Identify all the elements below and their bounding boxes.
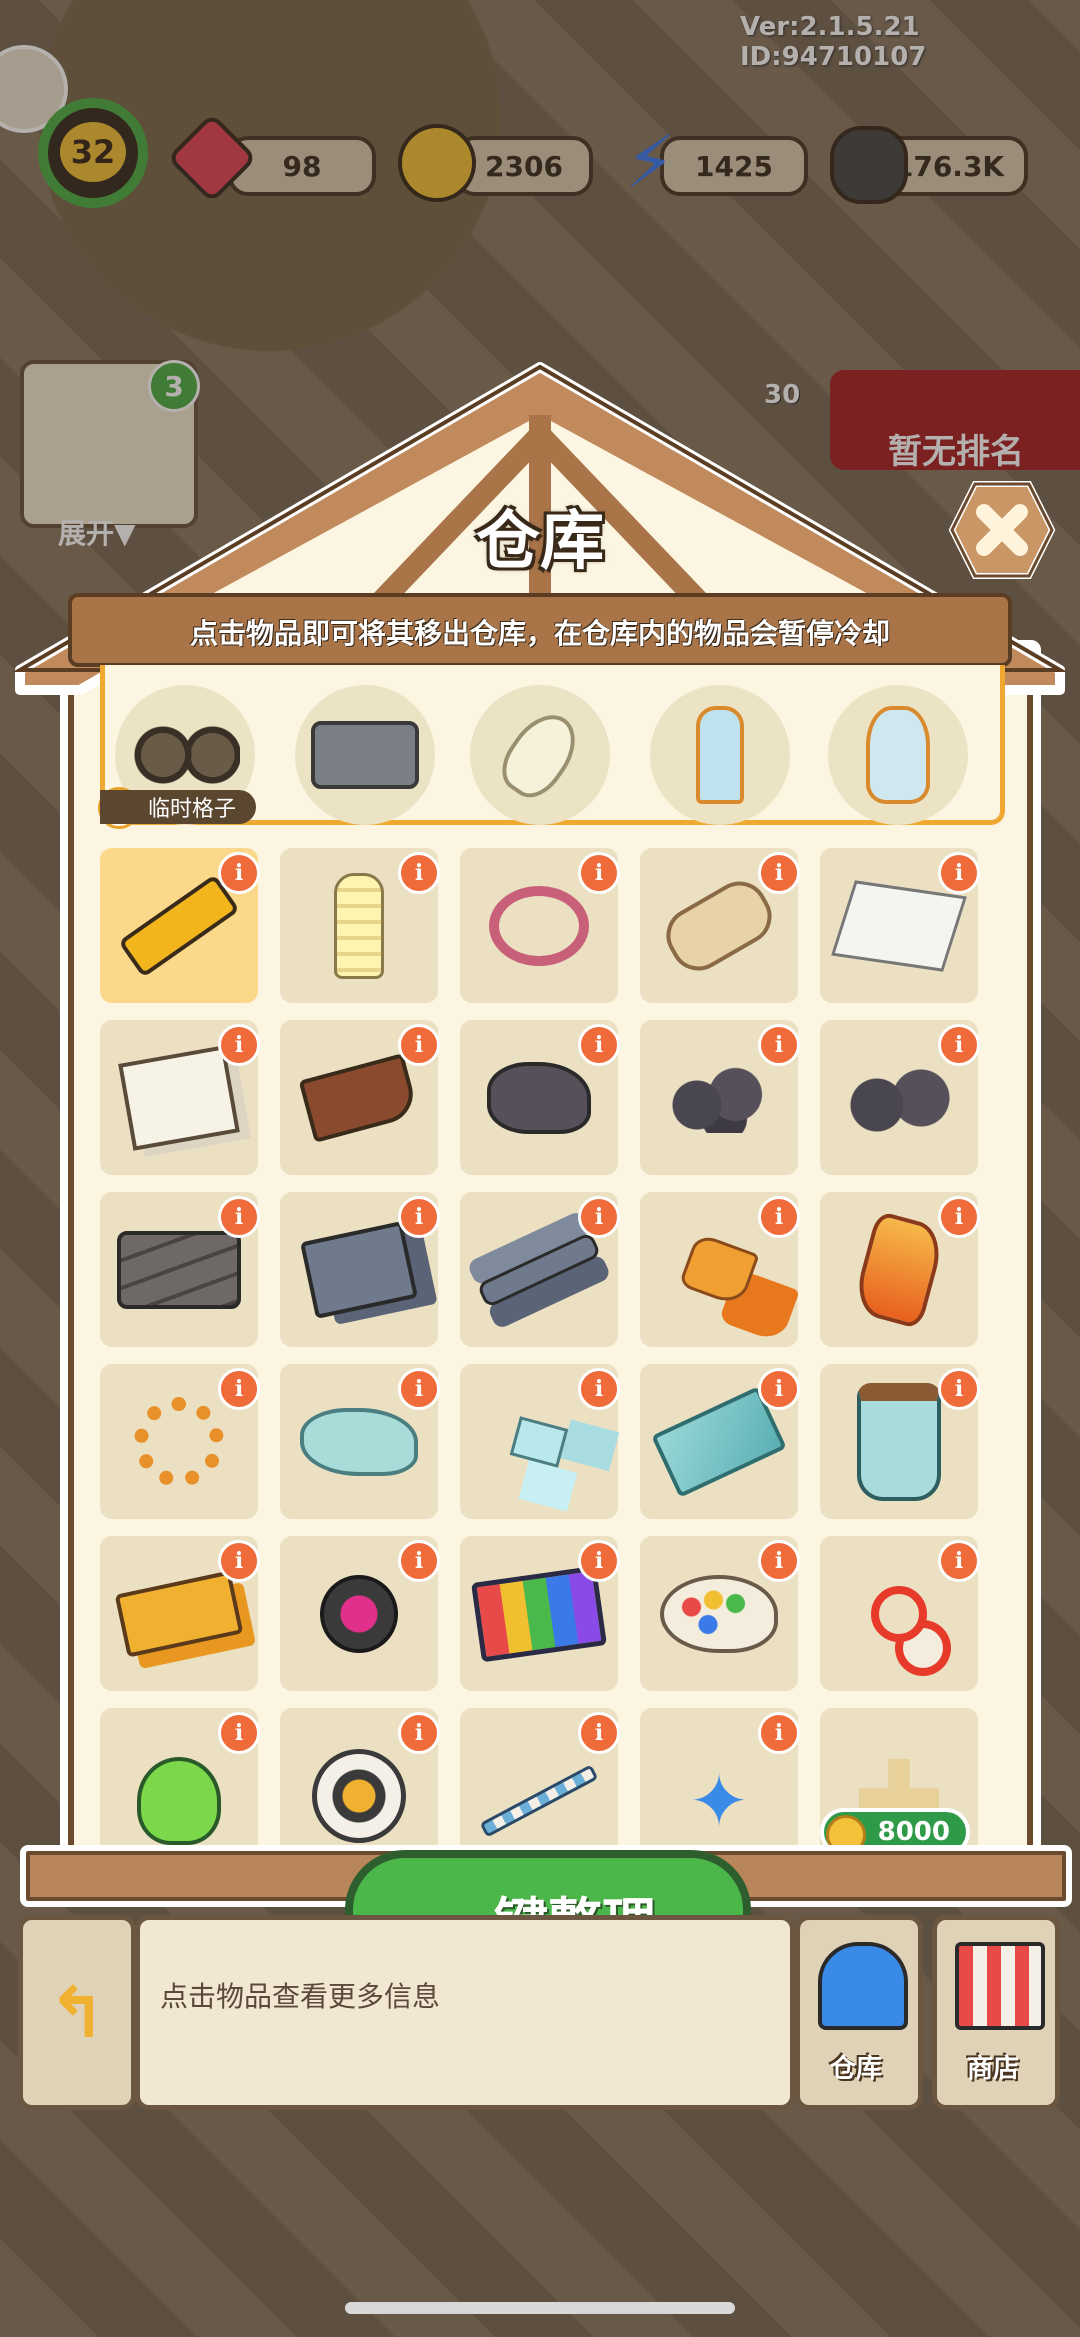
tickets-icon <box>114 1569 244 1658</box>
info-icon[interactable]: i <box>398 1712 440 1754</box>
item-grid: i i i i i i i i i i i i i i i i i i i i … <box>100 848 990 1848</box>
home-indicator[interactable] <box>345 2302 735 2314</box>
warehouse-icon <box>818 1942 908 2030</box>
paint-box-icon <box>471 1565 607 1662</box>
rubber-band-icon <box>489 885 589 966</box>
info-icon[interactable]: i <box>218 1024 260 1066</box>
temp-slot-5[interactable] <box>828 685 968 825</box>
rock-icon <box>487 1061 591 1134</box>
close-icon[interactable] <box>948 480 1056 580</box>
temp-slot-2[interactable] <box>295 685 435 825</box>
info-icon[interactable]: i <box>578 1368 620 1410</box>
wheels-icon <box>130 725 240 785</box>
warehouse-title: 仓库 <box>476 505 604 579</box>
info-icon[interactable]: i <box>218 1368 260 1410</box>
shop-nav-button[interactable]: 商店 <box>932 1915 1060 2110</box>
bulb-icon <box>491 702 589 808</box>
cart-icon <box>311 721 419 789</box>
green-potion-icon <box>137 1756 221 1845</box>
pocket-watch-icon <box>312 1748 406 1843</box>
scissors-icon <box>871 1585 927 1642</box>
lamp-icon <box>696 706 744 804</box>
info-icon[interactable]: i <box>578 1712 620 1754</box>
iron-bars-icon <box>117 1230 241 1309</box>
info-icon[interactable]: i <box>398 1540 440 1582</box>
info-icon[interactable]: i <box>218 1712 260 1754</box>
info-icon[interactable]: i <box>758 1024 800 1066</box>
amber-gem-icon <box>850 1209 948 1330</box>
bead-bracelet-icon <box>134 1396 224 1487</box>
cfl-bulb-icon <box>334 872 384 979</box>
info-icon[interactable]: i <box>218 1540 260 1582</box>
paper-sheet-icon <box>831 879 967 972</box>
info-icon[interactable]: i <box>758 1712 800 1754</box>
info-icon[interactable]: i <box>578 1196 620 1238</box>
temp-slot-3[interactable] <box>470 685 610 825</box>
info-icon[interactable]: i <box>398 852 440 894</box>
info-icon[interactable]: i <box>578 1540 620 1582</box>
info-icon[interactable]: i <box>938 852 980 894</box>
blue-star-icon: ✦ <box>688 1758 750 1843</box>
ore-pile-icon <box>844 1062 954 1133</box>
warehouse-nav-button[interactable]: 仓库 <box>795 1915 923 2110</box>
wheelbarrow-icon <box>298 1052 420 1143</box>
info-icon[interactable]: i <box>218 1196 260 1238</box>
warehouse-nav-label: 仓库 <box>830 2054 883 2084</box>
info-icon[interactable]: i <box>398 1024 440 1066</box>
info-icon[interactable]: i <box>938 1368 980 1410</box>
info-icon[interactable]: i <box>398 1368 440 1410</box>
flashlight-icon <box>118 873 240 978</box>
item-info-text: 点击物品查看更多信息 <box>160 1980 441 2013</box>
info-icon[interactable]: i <box>758 1540 800 1582</box>
palette-icon <box>660 1574 778 1653</box>
stage-light-icon <box>320 1574 398 1653</box>
info-icon[interactable]: i <box>398 1196 440 1238</box>
glass-shards-icon <box>509 1415 569 1468</box>
info-icon[interactable]: i <box>938 1196 980 1238</box>
info-icon[interactable]: i <box>578 1024 620 1066</box>
temp-slot-4[interactable] <box>650 685 790 825</box>
info-icon[interactable]: i <box>578 852 620 894</box>
shop-nav-label: 商店 <box>967 2054 1020 2084</box>
potion-lamp-icon <box>866 706 930 804</box>
coal-pile-icon <box>664 1062 774 1133</box>
back-arrow-icon: ↰ <box>47 1971 107 2054</box>
back-button[interactable]: ↰ <box>18 1915 136 2110</box>
info-icon[interactable]: i <box>938 1024 980 1066</box>
amber-shards-icon <box>678 1231 760 1308</box>
info-icon[interactable]: i <box>938 1540 980 1582</box>
info-icon[interactable]: i <box>218 852 260 894</box>
metal-plates-icon <box>300 1220 418 1319</box>
info-icon[interactable]: i <box>758 852 800 894</box>
info-icon[interactable]: i <box>758 1368 800 1410</box>
metal-rods-icon <box>476 1231 602 1308</box>
glitter-pile-icon <box>300 1407 418 1476</box>
magic-wand-icon <box>479 1763 599 1838</box>
info-icon[interactable]: i <box>758 1196 800 1238</box>
warehouse-hint: 点击物品即可将其移出仓库，在仓库内的物品会暂停冷却 <box>189 617 890 650</box>
photos-icon <box>118 1044 240 1151</box>
temp-slots-label: 临时格子 <box>100 790 257 824</box>
shop-icon <box>955 1942 1045 2030</box>
glass-jar-icon <box>857 1382 941 1501</box>
